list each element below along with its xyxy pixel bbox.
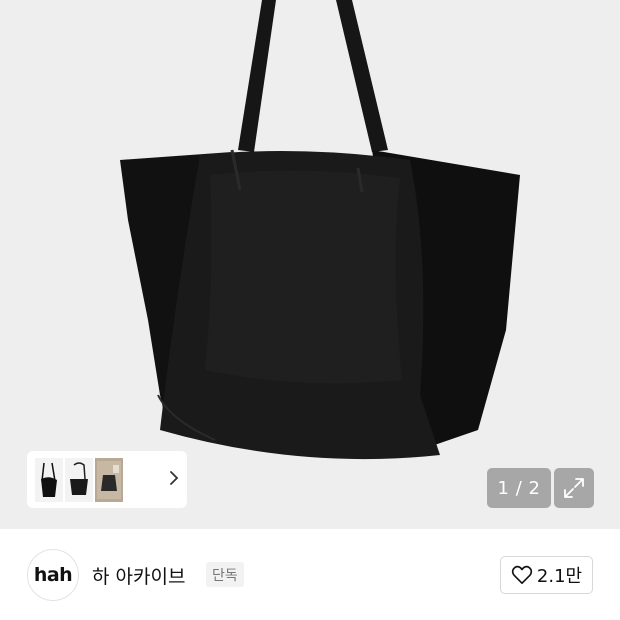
seller-name[interactable]: 하 아카이브 bbox=[92, 562, 185, 589]
image-counter: 1 / 2 bbox=[487, 468, 551, 508]
thumbnail-strip[interactable] bbox=[27, 451, 187, 508]
seller-bar: hah 하 아카이브 단독 2.1만 bbox=[0, 529, 620, 620]
expand-icon bbox=[564, 478, 584, 498]
like-count: 2.1만 bbox=[536, 566, 583, 587]
seller-logo[interactable]: hah bbox=[27, 549, 79, 601]
thumbnail-3[interactable] bbox=[95, 457, 123, 502]
thumbnail-1[interactable] bbox=[35, 457, 63, 502]
tote-bag-image bbox=[120, 0, 520, 460]
heart-outline-icon bbox=[511, 565, 533, 584]
expand-button[interactable] bbox=[554, 468, 594, 508]
exclusive-badge: 단독 bbox=[206, 562, 244, 587]
product-image-gallery[interactable]: 1 / 2 bbox=[0, 0, 620, 529]
like-button[interactable]: 2.1만 bbox=[500, 556, 593, 594]
chevron-right-icon[interactable] bbox=[169, 470, 179, 490]
thumbnail-2[interactable] bbox=[65, 457, 93, 502]
